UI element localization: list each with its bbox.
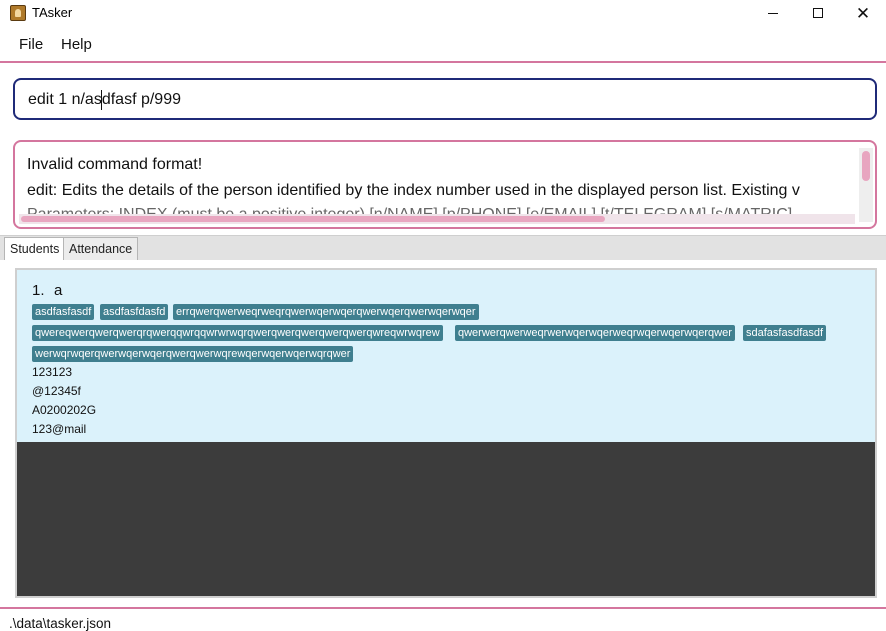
person-list-panel: 1. a asdfasfasdf asdfasfdasfd errqwerqwe… (15, 268, 877, 598)
app-logo-icon (10, 5, 26, 21)
minimize-button[interactable] (750, 0, 796, 26)
person-card[interactable]: 1. a asdfasfasdf asdfasfdasfd errqwerqwe… (17, 270, 875, 442)
tab-students[interactable]: Students (4, 237, 66, 260)
result-line-error: Invalid command format! (27, 156, 203, 173)
tag: qwereqwerqwerqwerqrqwerqqwrqqwrwrwqrqwer… (32, 325, 443, 341)
status-divider (0, 607, 886, 609)
tab-strip: Students Attendance (0, 235, 886, 260)
person-phone: 123123 (32, 365, 73, 379)
tag: werwqrwqerqwerwqerwqerqwerqwerwqrewqerwq… (32, 346, 354, 362)
tab-attendance[interactable]: Attendance (63, 237, 139, 260)
menu-help[interactable]: Help (61, 36, 92, 53)
menu-file[interactable]: File (19, 36, 43, 53)
title-bar: TAsker ✕ (0, 0, 886, 26)
result-line-usage: edit: Edits the details of the person id… (27, 182, 800, 199)
menu-bar: File Help (0, 30, 886, 60)
maximize-icon (813, 8, 823, 18)
person-telegram: @12345f (32, 384, 81, 398)
tag: asdfasfasdf (32, 304, 95, 320)
person-matric: A0200202G (32, 403, 97, 417)
command-box[interactable]: edit 1 n/asdfasf p/999 (13, 78, 877, 120)
text-caret (101, 90, 102, 110)
tag: errqwerqwerweqrweqrqwerwqerwqerqwerwqerq… (173, 304, 479, 320)
person-email: 123@mail (32, 422, 87, 436)
minimize-icon (768, 12, 778, 14)
maximize-button[interactable] (795, 0, 841, 26)
person-name: a (54, 282, 63, 299)
tag: qwerwerqwerweqrwerwqerwqerweqrwqerwqerwq… (455, 325, 735, 341)
close-icon: ✕ (855, 3, 871, 23)
command-input[interactable]: edit 1 n/asdfasf p/999 (28, 91, 181, 109)
result-horizontal-scroll-thumb[interactable] (21, 216, 605, 222)
menu-divider (0, 61, 886, 63)
tag: asdfasfdasfd (100, 304, 169, 320)
close-button[interactable]: ✕ (840, 0, 886, 26)
result-display[interactable]: Invalid command format! edit: Edits the … (13, 140, 877, 229)
window-title: TAsker (32, 5, 73, 20)
person-index: 1. (32, 282, 45, 299)
tag: sdafasfasdfasdf (743, 325, 827, 341)
result-vertical-scroll-thumb[interactable] (862, 151, 870, 181)
